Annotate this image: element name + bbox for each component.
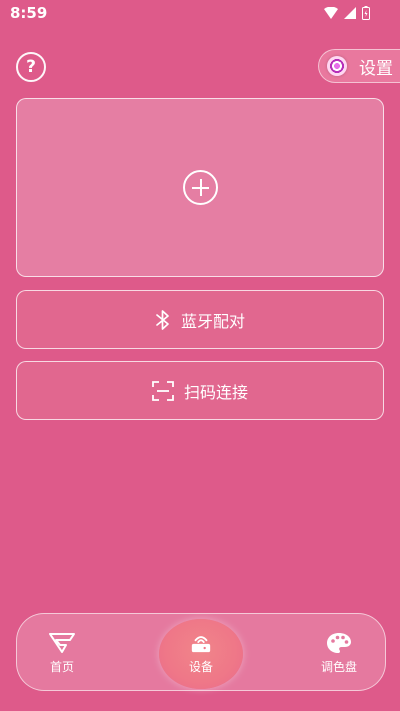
- bottom-nav: 首页 设备 调色盘: [16, 613, 386, 691]
- nav-device-label: 设备: [188, 660, 213, 674]
- settings-label: 设置: [359, 58, 393, 79]
- nav-palette-label: 调色盘: [320, 660, 357, 674]
- nav-home-label: 首页: [49, 660, 74, 674]
- nav-device[interactable]: 设备: [159, 619, 243, 689]
- status-time: 8:59: [10, 4, 48, 22]
- settings-icon: [327, 56, 347, 76]
- bluetooth-pair-button[interactable]: 蓝牙配对: [16, 290, 384, 349]
- router-icon: [191, 636, 211, 653]
- palette-icon: [327, 633, 351, 653]
- scan-connect-button[interactable]: 扫码连接: [16, 361, 384, 420]
- battery-icon: [362, 6, 370, 20]
- bluetooth-pair-label: 蓝牙配对: [180, 311, 245, 331]
- home-icon: [49, 633, 75, 653]
- wifi-icon: [324, 7, 338, 19]
- add-device-card[interactable]: [16, 98, 384, 277]
- help-button[interactable]: ?: [16, 52, 46, 82]
- status-icons: [324, 6, 370, 20]
- add-icon: [183, 170, 218, 205]
- bluetooth-icon: [156, 309, 169, 330]
- status-bar: 8:59: [0, 0, 400, 28]
- signal-icon: [344, 7, 356, 19]
- nav-palette[interactable]: 调色盘: [313, 614, 365, 690]
- nav-home[interactable]: 首页: [37, 614, 87, 690]
- scan-connect-label: 扫码连接: [183, 382, 248, 402]
- scan-icon: [152, 380, 174, 401]
- settings-button[interactable]: 设置: [318, 49, 400, 83]
